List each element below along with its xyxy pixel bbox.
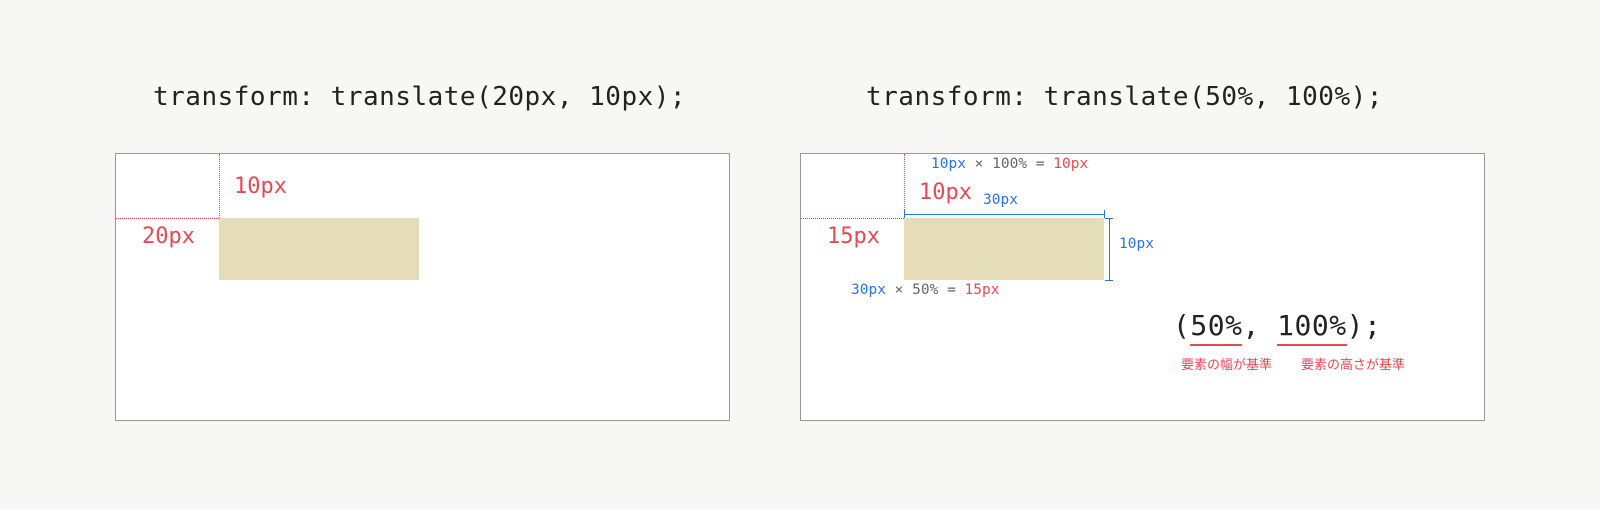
formula-y-eq: = bbox=[1036, 156, 1045, 172]
heading-right: transform: translate(50%, 100%); bbox=[866, 82, 1383, 112]
formula-x-op: × bbox=[895, 282, 904, 298]
callout-open: ( bbox=[1173, 309, 1190, 342]
formula-y-a: 10px bbox=[931, 156, 966, 172]
heading-left: transform: translate(20px, 10px); bbox=[153, 82, 686, 112]
callout-close: ); bbox=[1347, 309, 1382, 342]
dim-height-line bbox=[1109, 218, 1110, 280]
offset-y-label-left: 10px bbox=[234, 174, 287, 199]
dim-width-line bbox=[904, 214, 1104, 215]
callout-v1: 50% bbox=[1190, 309, 1242, 346]
formula-x-b: 50% bbox=[912, 282, 938, 298]
dim-height-tick-bot bbox=[1105, 280, 1113, 281]
callout: (50%, 100%); bbox=[1173, 309, 1381, 342]
viewport-left: 10px 20px bbox=[115, 153, 730, 421]
dim-width-tick-right bbox=[1104, 210, 1105, 218]
viewport-right: 10px 15px 30px 10px 10px × 100% = 10px 3… bbox=[800, 153, 1485, 421]
dim-width-label: 30px bbox=[983, 192, 1018, 208]
dim-height-tick-top bbox=[1105, 218, 1113, 219]
caption-height-basis: 要素の高さが基準 bbox=[1301, 354, 1405, 373]
translated-element-left bbox=[219, 218, 419, 280]
formula-x-result: 15px bbox=[965, 282, 1000, 298]
dim-height-label: 10px bbox=[1119, 236, 1154, 252]
callout-comma: , bbox=[1242, 309, 1277, 342]
formula-y: 10px × 100% = 10px bbox=[931, 156, 1088, 172]
guide-vertical-right bbox=[904, 154, 905, 218]
callout-v2: 100% bbox=[1277, 309, 1346, 346]
formula-y-op: × bbox=[975, 156, 984, 172]
formula-x: 30px × 50% = 15px bbox=[851, 282, 999, 298]
offset-x-label-right: 15px bbox=[827, 224, 880, 249]
guide-horizontal-right bbox=[801, 218, 904, 219]
guide-vertical-left bbox=[219, 154, 220, 218]
dim-width-tick-left bbox=[904, 210, 905, 218]
formula-x-eq: = bbox=[947, 282, 956, 298]
guide-horizontal-left bbox=[116, 218, 219, 219]
formula-y-result: 10px bbox=[1053, 156, 1088, 172]
offset-y-label-right: 10px bbox=[919, 180, 972, 205]
offset-x-label-left: 20px bbox=[142, 224, 195, 249]
formula-x-a: 30px bbox=[851, 282, 886, 298]
formula-y-b: 100% bbox=[992, 156, 1027, 172]
translated-element-right bbox=[904, 218, 1104, 280]
caption-width-basis: 要素の幅が基準 bbox=[1181, 354, 1272, 373]
